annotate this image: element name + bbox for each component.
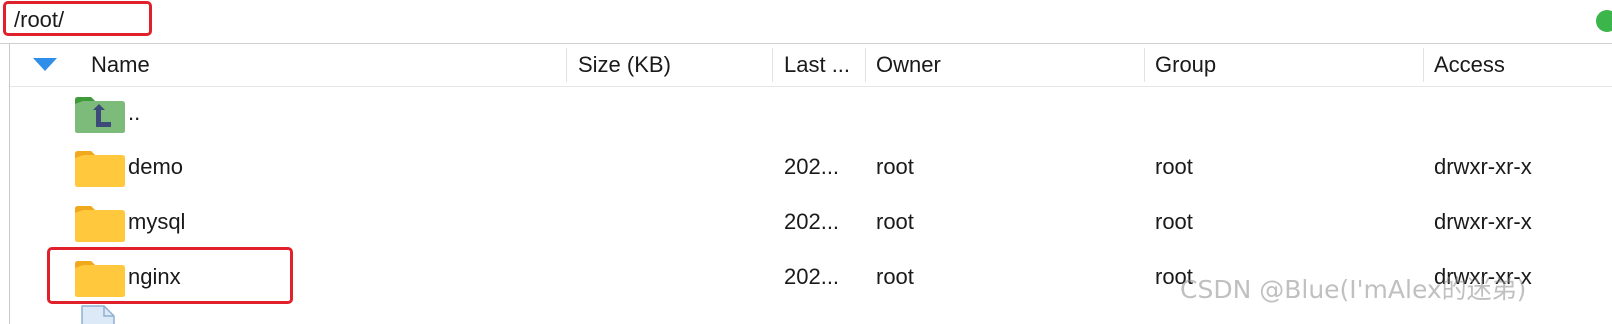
table-row-parent[interactable]: .. (10, 86, 1612, 140)
folder-icon (75, 206, 125, 242)
file-owner: root (876, 264, 914, 289)
file-access: drwxr-xr-x (1434, 154, 1532, 179)
file-name: nginx (128, 264, 181, 289)
file-name: .. (128, 100, 141, 125)
column-divider[interactable] (566, 48, 567, 82)
column-header-row: Name Size (KB) Last ... Owner Group Acce… (10, 44, 1612, 87)
sort-descending-icon[interactable] (33, 58, 57, 71)
column-header-last-modified[interactable]: Last ... (784, 44, 864, 86)
file-name: mysql (128, 209, 186, 234)
path-bar (0, 0, 1612, 44)
file-name: demo (128, 154, 184, 179)
watermark: CSDN @Blue(I'mAlex的迷弟) (1180, 275, 1527, 304)
file-owner: root (876, 154, 914, 179)
file-icon (81, 305, 115, 324)
column-header-name[interactable]: Name (91, 44, 561, 86)
file-group: root (1155, 209, 1193, 234)
file-modified: 202... (784, 209, 840, 234)
column-header-owner[interactable]: Owner (876, 44, 1146, 86)
file-modified: 202... (784, 264, 840, 289)
connection-status-icon (1596, 10, 1612, 32)
file-owner: root (876, 209, 914, 234)
parent-folder-icon (75, 97, 125, 133)
column-header-group[interactable]: Group (1155, 44, 1415, 86)
file-access: drwxr-xr-x (1434, 209, 1532, 234)
table-row-mysql[interactable]: mysql 202... root root drwxr-xr-x (10, 195, 1612, 249)
table-row-demo[interactable]: demo 202... root root drwxr-xr-x (10, 140, 1612, 194)
column-header-size[interactable]: Size (KB) (578, 44, 768, 86)
column-divider[interactable] (865, 48, 866, 82)
column-divider[interactable] (772, 48, 773, 82)
file-modified: 202... (784, 154, 840, 179)
path-input[interactable] (8, 3, 1599, 37)
column-divider[interactable] (1144, 48, 1145, 82)
folder-icon (75, 261, 125, 297)
file-browser-window: Name Size (KB) Last ... Owner Group Acce… (0, 0, 1612, 324)
file-group: root (1155, 154, 1193, 179)
folder-icon (75, 151, 125, 187)
column-header-access[interactable]: Access (1434, 44, 1604, 86)
column-divider[interactable] (1423, 48, 1424, 82)
